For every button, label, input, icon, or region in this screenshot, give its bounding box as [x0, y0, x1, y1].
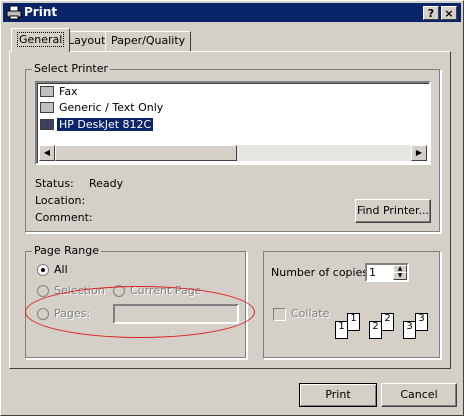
copies-spinner[interactable]: 1 ▲ ▼	[365, 263, 409, 282]
tab-general-label: General	[17, 32, 65, 47]
radio-selected-dot	[41, 268, 45, 272]
radio-selection[interactable]	[37, 285, 49, 297]
generic-printer-icon	[40, 102, 54, 113]
printer-item-label: Fax	[59, 85, 78, 98]
printer-item-label: Generic / Text Only	[59, 101, 164, 114]
printer-item-label: HP DeskJet 812C	[57, 118, 154, 131]
printer-icon	[6, 5, 22, 20]
status-value: Ready	[89, 177, 124, 190]
printer-item-fax[interactable]: Fax	[39, 84, 80, 100]
spin-down-icon[interactable]: ▼	[393, 272, 407, 280]
page-icon: 3	[415, 313, 428, 331]
collate-checkbox[interactable]	[273, 308, 286, 321]
title-bar[interactable]: Print ? ×	[3, 3, 461, 22]
hp-printer-icon	[40, 119, 54, 130]
tab-paper-quality[interactable]: Paper/Quality	[105, 31, 192, 51]
status-label: Status:	[35, 177, 74, 190]
tab-general[interactable]: General	[11, 28, 71, 52]
scroll-right-icon[interactable]: ▶	[411, 145, 427, 161]
cancel-button[interactable]: Cancel	[381, 383, 457, 407]
print-dialog: Print ? × General Layout Paper/Quality S…	[0, 0, 464, 416]
tab-layout-label: Layout	[68, 34, 106, 47]
window-title: Print	[24, 5, 58, 19]
page-icon: 1	[347, 313, 360, 331]
find-printer-button[interactable]: Find Printer...	[355, 199, 431, 223]
location-label: Location:	[35, 194, 86, 207]
page-icon: 2	[381, 313, 394, 331]
printer-list[interactable]: Fax Generic / Text Only HP DeskJet 812C …	[35, 81, 431, 165]
printer-item-hp-deskjet[interactable]: HP DeskJet 812C	[39, 117, 154, 133]
scroll-left-icon[interactable]: ◀	[39, 145, 55, 161]
select-printer-label: Select Printer	[32, 62, 111, 75]
radio-all-label: All	[54, 263, 68, 276]
annotation-ellipse	[25, 286, 255, 338]
collate-label: Collate	[291, 307, 330, 320]
close-button[interactable]: ×	[441, 6, 457, 20]
number-of-copies-label: Number of copies:	[271, 266, 372, 279]
radio-all[interactable]	[37, 264, 49, 276]
copies-value: 1	[369, 266, 376, 279]
comment-label: Comment:	[35, 211, 93, 224]
tab-paper-quality-label: Paper/Quality	[111, 34, 186, 47]
help-button[interactable]: ?	[423, 6, 439, 20]
horizontal-scrollbar[interactable]: ◀ ▶	[39, 145, 427, 161]
scrollbar-thumb[interactable]	[55, 145, 237, 161]
page-range-label: Page Range	[32, 244, 101, 257]
print-button[interactable]: Print	[299, 383, 377, 407]
printer-item-generic[interactable]: Generic / Text Only	[39, 100, 165, 116]
fax-printer-icon	[40, 86, 54, 97]
